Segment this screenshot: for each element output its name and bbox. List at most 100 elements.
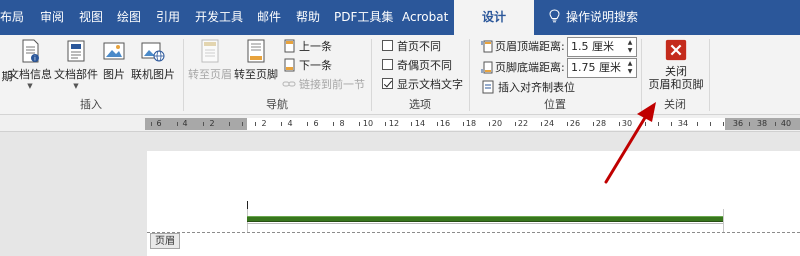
link-icon (282, 81, 296, 87)
spin-arrows-icon[interactable]: ▲ ▼ (625, 39, 635, 55)
navigation-group: 转至页眉 转至页脚 上一条 下一条 链接到前一节 导航 (184, 35, 370, 115)
different-first-page-checkbox[interactable]: 首页不同 (382, 38, 441, 56)
insert-group-label: 插入 (80, 98, 102, 111)
ribbon: 期 i 文档信息 ▼ 文档部件 ▼ 图片 联机图片 插入 转至页眉 转至页脚 上… (0, 35, 800, 115)
ruler-label: 8 (339, 119, 345, 128)
ruler-tick (658, 122, 659, 126)
ruler-tick (255, 122, 256, 126)
footer-bottom-input[interactable]: 1.75 厘米 ▲ ▼ (567, 58, 637, 78)
options-group-label: 选项 (409, 98, 431, 111)
goto-footer-button[interactable]: 转至页脚 (234, 38, 278, 82)
ruler-tick (242, 122, 243, 126)
ruler-tick (671, 122, 672, 126)
ruler-tick (333, 122, 334, 126)
tab-layout[interactable]: 布局 (0, 0, 24, 35)
ruler-tick (385, 122, 386, 126)
goto-footer-icon (247, 39, 265, 63)
online-picture-icon (141, 42, 165, 62)
insert-alignment-tab-button[interactable]: 插入对齐制表位 (481, 79, 575, 97)
alignment-tab-icon (482, 80, 494, 94)
close-label-line2: 页眉和页脚 (648, 78, 704, 91)
goto-header-button[interactable]: 转至页眉 (188, 38, 232, 82)
tab-references[interactable]: 引用 (156, 0, 180, 35)
footer-position-icon (481, 61, 493, 74)
horizontal-ruler[interactable]: 6 4 2 2 4 6 8 10 12 14 16 18 20 22 24 26 28 30 34 36 38 40 (145, 118, 800, 130)
ruler-tick (723, 122, 724, 126)
next-section-icon (284, 58, 295, 72)
different-first-page-label: 首页不同 (397, 40, 441, 53)
next-button[interactable]: 下一条 (282, 57, 332, 75)
header-top-value: 1.5 厘米 (571, 40, 614, 53)
ruler-tick (281, 122, 282, 126)
position-group: 页眉顶端距离: 1.5 厘米 ▲ ▼ 页脚底端距离: 1.75 厘米 ▲ ▼ 插… (470, 35, 640, 115)
footer-bottom-label: 页脚底端距离: (495, 61, 565, 74)
close-group-label: 关闭 (664, 98, 686, 111)
ruler-tick (697, 122, 698, 126)
picture-button[interactable]: 图片 (100, 38, 128, 82)
ruler-label: 14 (414, 119, 426, 128)
document-info-button[interactable]: i 文档信息 ▼ (8, 38, 52, 90)
tab-pdf-tools[interactable]: PDF工具集 (334, 0, 393, 35)
tell-me-label: 操作说明搜索 (566, 10, 639, 24)
header-boundary-line (147, 232, 800, 233)
ruler-label: 40 (780, 119, 792, 128)
show-document-text-label: 显示文档文字 (397, 78, 463, 91)
tab-acrobat[interactable]: Acrobat (402, 0, 448, 35)
spin-arrows-icon[interactable]: ▲ ▼ (625, 60, 635, 76)
ruler-tick (593, 122, 594, 126)
tab-draw[interactable]: 绘图 (117, 0, 141, 35)
ruler-tick (463, 122, 464, 126)
close-icon (665, 39, 687, 61)
quick-parts-label: 文档部件 (54, 68, 98, 81)
show-document-text-checkbox[interactable]: 显示文档文字 (382, 76, 463, 94)
quick-parts-button[interactable]: 文档部件 ▼ (54, 38, 98, 90)
navigation-group-label: 导航 (266, 98, 288, 111)
ruler-tick (775, 122, 776, 126)
previous-button[interactable]: 上一条 (282, 38, 332, 56)
document-page[interactable]: 页眉 (147, 151, 800, 256)
ruler-label: 30 (621, 119, 633, 128)
ruler-tick (489, 122, 490, 126)
header-border-line (247, 216, 723, 222)
ruler-tick (177, 122, 178, 126)
tab-mailings[interactable]: 邮件 (257, 0, 281, 35)
header-underline (247, 223, 723, 224)
document-info-icon: i (22, 39, 39, 63)
ruler-label: 6 (313, 119, 319, 128)
horizontal-ruler-bar: 6 4 2 2 4 6 8 10 12 14 16 18 20 22 24 26 28 30 34 36 38 40 (0, 115, 800, 132)
ruler-tick (307, 122, 308, 126)
previous-section-icon (284, 39, 295, 53)
header-tag: 页眉 (150, 233, 180, 249)
tab-review[interactable]: 审阅 (40, 0, 64, 35)
tab-help[interactable]: 帮助 (296, 0, 320, 35)
ruler-tick (359, 122, 360, 126)
ruler-tick (151, 122, 152, 126)
ruler-tick (619, 122, 620, 126)
ruler-tick (203, 122, 204, 126)
goto-footer-label: 转至页脚 (234, 68, 278, 81)
ribbon-tab-bar: 布局 审阅 视图 绘图 引用 开发工具 邮件 帮助 PDF工具集 Acrobat… (0, 0, 800, 35)
tell-me-search[interactable]: 操作说明搜索 (549, 0, 638, 35)
ruler-label: 12 (388, 119, 400, 128)
insert-alignment-tab-label: 插入对齐制表位 (498, 81, 575, 94)
ruler-label: 36 (732, 119, 744, 128)
ruler-label: 28 (595, 119, 607, 128)
picture-label: 图片 (103, 68, 125, 81)
online-picture-button[interactable]: 联机图片 (131, 38, 175, 82)
link-to-previous-button[interactable]: 链接到前一节 (282, 76, 365, 94)
goto-header-label: 转至页眉 (188, 68, 232, 81)
insert-group: 期 i 文档信息 ▼ 文档部件 ▼ 图片 联机图片 插入 (0, 35, 182, 115)
close-group: 关闭 页眉和页脚 关闭 (642, 35, 708, 115)
close-header-footer-button[interactable]: 关闭 页眉和页脚 (645, 38, 707, 91)
ruler-label: 38 (756, 119, 768, 128)
different-odd-even-checkbox[interactable]: 奇偶页不同 (382, 57, 452, 75)
header-top-input[interactable]: 1.5 厘米 ▲ ▼ (567, 37, 637, 57)
options-group: 首页不同 奇偶页不同 显示文档文字 选项 (372, 35, 468, 115)
tab-developer[interactable]: 开发工具 (195, 0, 243, 35)
group-divider (709, 39, 710, 111)
ruler-tick (541, 122, 542, 126)
ruler-label: 4 (287, 119, 293, 128)
tab-design[interactable]: 设计 (454, 0, 534, 35)
checkbox-unchecked (382, 59, 393, 70)
tab-view[interactable]: 视图 (79, 0, 103, 35)
